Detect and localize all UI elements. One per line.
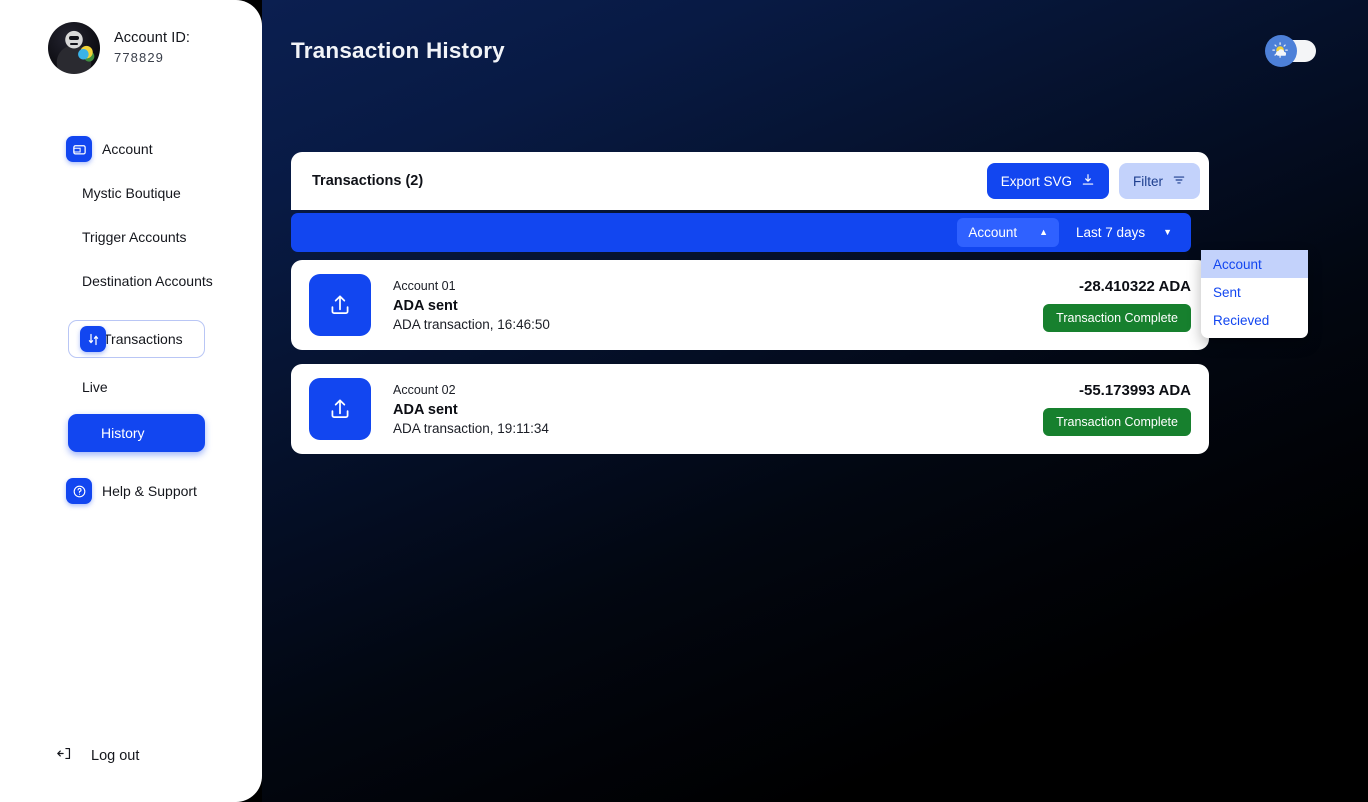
sidebar-item-trigger-accounts[interactable]: Trigger Accounts (0, 218, 262, 256)
transaction-amount: -55.173993 ADA (1078, 382, 1191, 399)
logout-label: Log out (91, 747, 140, 764)
sidebar-item-label: History (101, 425, 145, 441)
sidebar-account-header: Account ID: 778829 (0, 0, 262, 74)
top-bar: Transaction History (262, 0, 1368, 105)
transaction-detail: ADA transaction, 16:46:50 (393, 316, 550, 332)
transaction-summary: -28.410322 ADA Transaction Complete (1043, 278, 1209, 332)
filter-label: Filter (1133, 173, 1163, 189)
dropdown-option-recieved[interactable]: Recieved (1201, 306, 1308, 334)
export-svg-button[interactable]: Export SVG (986, 163, 1109, 199)
dropdown-option-account[interactable]: Account (1201, 250, 1308, 278)
main-content: Transaction History Transactions (2) Exp… (262, 0, 1368, 802)
transaction-info: Account 02 ADA sent ADA transaction, 19:… (393, 383, 549, 436)
status-badge[interactable]: Transaction Complete (1043, 304, 1191, 332)
chevron-down-icon: ▼ (1163, 227, 1172, 237)
filter-bar: Account ▲ Last 7 days ▼ (291, 213, 1191, 252)
chevron-up-icon: ▲ (1039, 227, 1049, 237)
app-root: Account ID: 778829 Account Mystic Boutiq… (0, 0, 1368, 802)
question-icon (66, 478, 92, 504)
dropdown-option-sent[interactable]: Sent (1201, 278, 1308, 306)
sidebar-item-label: Account (102, 141, 153, 157)
avatar (48, 22, 100, 74)
transaction-detail: ADA transaction, 19:11:34 (393, 420, 549, 436)
filter-button[interactable]: Filter (1119, 163, 1200, 199)
account-id-value: 778829 (114, 49, 164, 65)
account-info: Account ID: 778829 (114, 29, 190, 67)
sidebar-nav: Account Mystic Boutique Trigger Accounts… (0, 130, 262, 510)
account-filter-value: Account (968, 225, 1018, 240)
transactions-toolbar: Transactions (2) Export SVG Filter (291, 152, 1209, 210)
sun-cloud-icon (1265, 35, 1297, 67)
account-id-label: Account ID: (114, 30, 191, 47)
account-filter-select[interactable]: Account ▲ (957, 218, 1060, 247)
download-icon (1081, 173, 1095, 190)
transaction-kind: ADA sent (393, 401, 458, 418)
table-row[interactable]: Account 01 ADA sent ADA transaction, 16:… (291, 260, 1209, 350)
upload-icon (309, 378, 371, 440)
sidebar-item-destination-accounts[interactable]: Destination Accounts (0, 262, 262, 300)
page-title: Transaction History (291, 38, 505, 63)
filter-icon (1172, 173, 1186, 190)
transaction-info: Account 01 ADA sent ADA transaction, 16:… (393, 279, 550, 332)
sidebar-item-transactions[interactable]: Transactions (68, 320, 205, 358)
table-row[interactable]: Account 02 ADA sent ADA transaction, 19:… (291, 364, 1209, 454)
transaction-account: Account 02 (393, 382, 456, 397)
sidebar-item-help-support[interactable]: Help & Support (0, 472, 262, 510)
logout-button[interactable]: Log out (56, 745, 139, 766)
sidebar-item-label: Transactions (103, 331, 183, 347)
transaction-amount: -28.410322 ADA (1078, 278, 1191, 295)
sidebar-item-account[interactable]: Account (0, 130, 262, 168)
upload-icon (309, 274, 371, 336)
status-badge[interactable]: Transaction Complete (1043, 408, 1191, 436)
sidebar-item-label: Live (82, 379, 108, 395)
export-svg-label: Export SVG (1000, 173, 1072, 189)
sidebar-item-live[interactable]: Live (0, 368, 262, 406)
sidebar-item-label: Help & Support (102, 483, 197, 499)
toolbar-actions: Export SVG Filter (986, 163, 1209, 199)
logout-icon (56, 745, 73, 766)
transaction-summary: -55.173993 ADA Transaction Complete (1043, 382, 1209, 436)
date-range-select[interactable]: Last 7 days ▼ (1065, 218, 1183, 247)
sidebar-item-mystic-boutique[interactable]: Mystic Boutique (0, 174, 262, 212)
sidebar-item-history[interactable]: History (68, 414, 205, 452)
account-filter-dropdown: Account Sent Recieved (1201, 250, 1308, 338)
sidebar: Account ID: 778829 Account Mystic Boutiq… (0, 0, 262, 802)
sidebar-item-label: Destination Accounts (82, 273, 213, 289)
transactions-count-title: Transactions (2) (312, 173, 424, 189)
wallet-icon (66, 136, 92, 162)
transfer-icon (80, 326, 106, 352)
sidebar-item-label: Mystic Boutique (82, 185, 181, 201)
transaction-kind: ADA sent (393, 297, 458, 314)
transaction-account: Account 01 (393, 278, 456, 293)
date-range-value: Last 7 days (1076, 225, 1146, 240)
theme-toggle[interactable] (1265, 35, 1316, 67)
sidebar-item-label: Trigger Accounts (82, 229, 187, 245)
